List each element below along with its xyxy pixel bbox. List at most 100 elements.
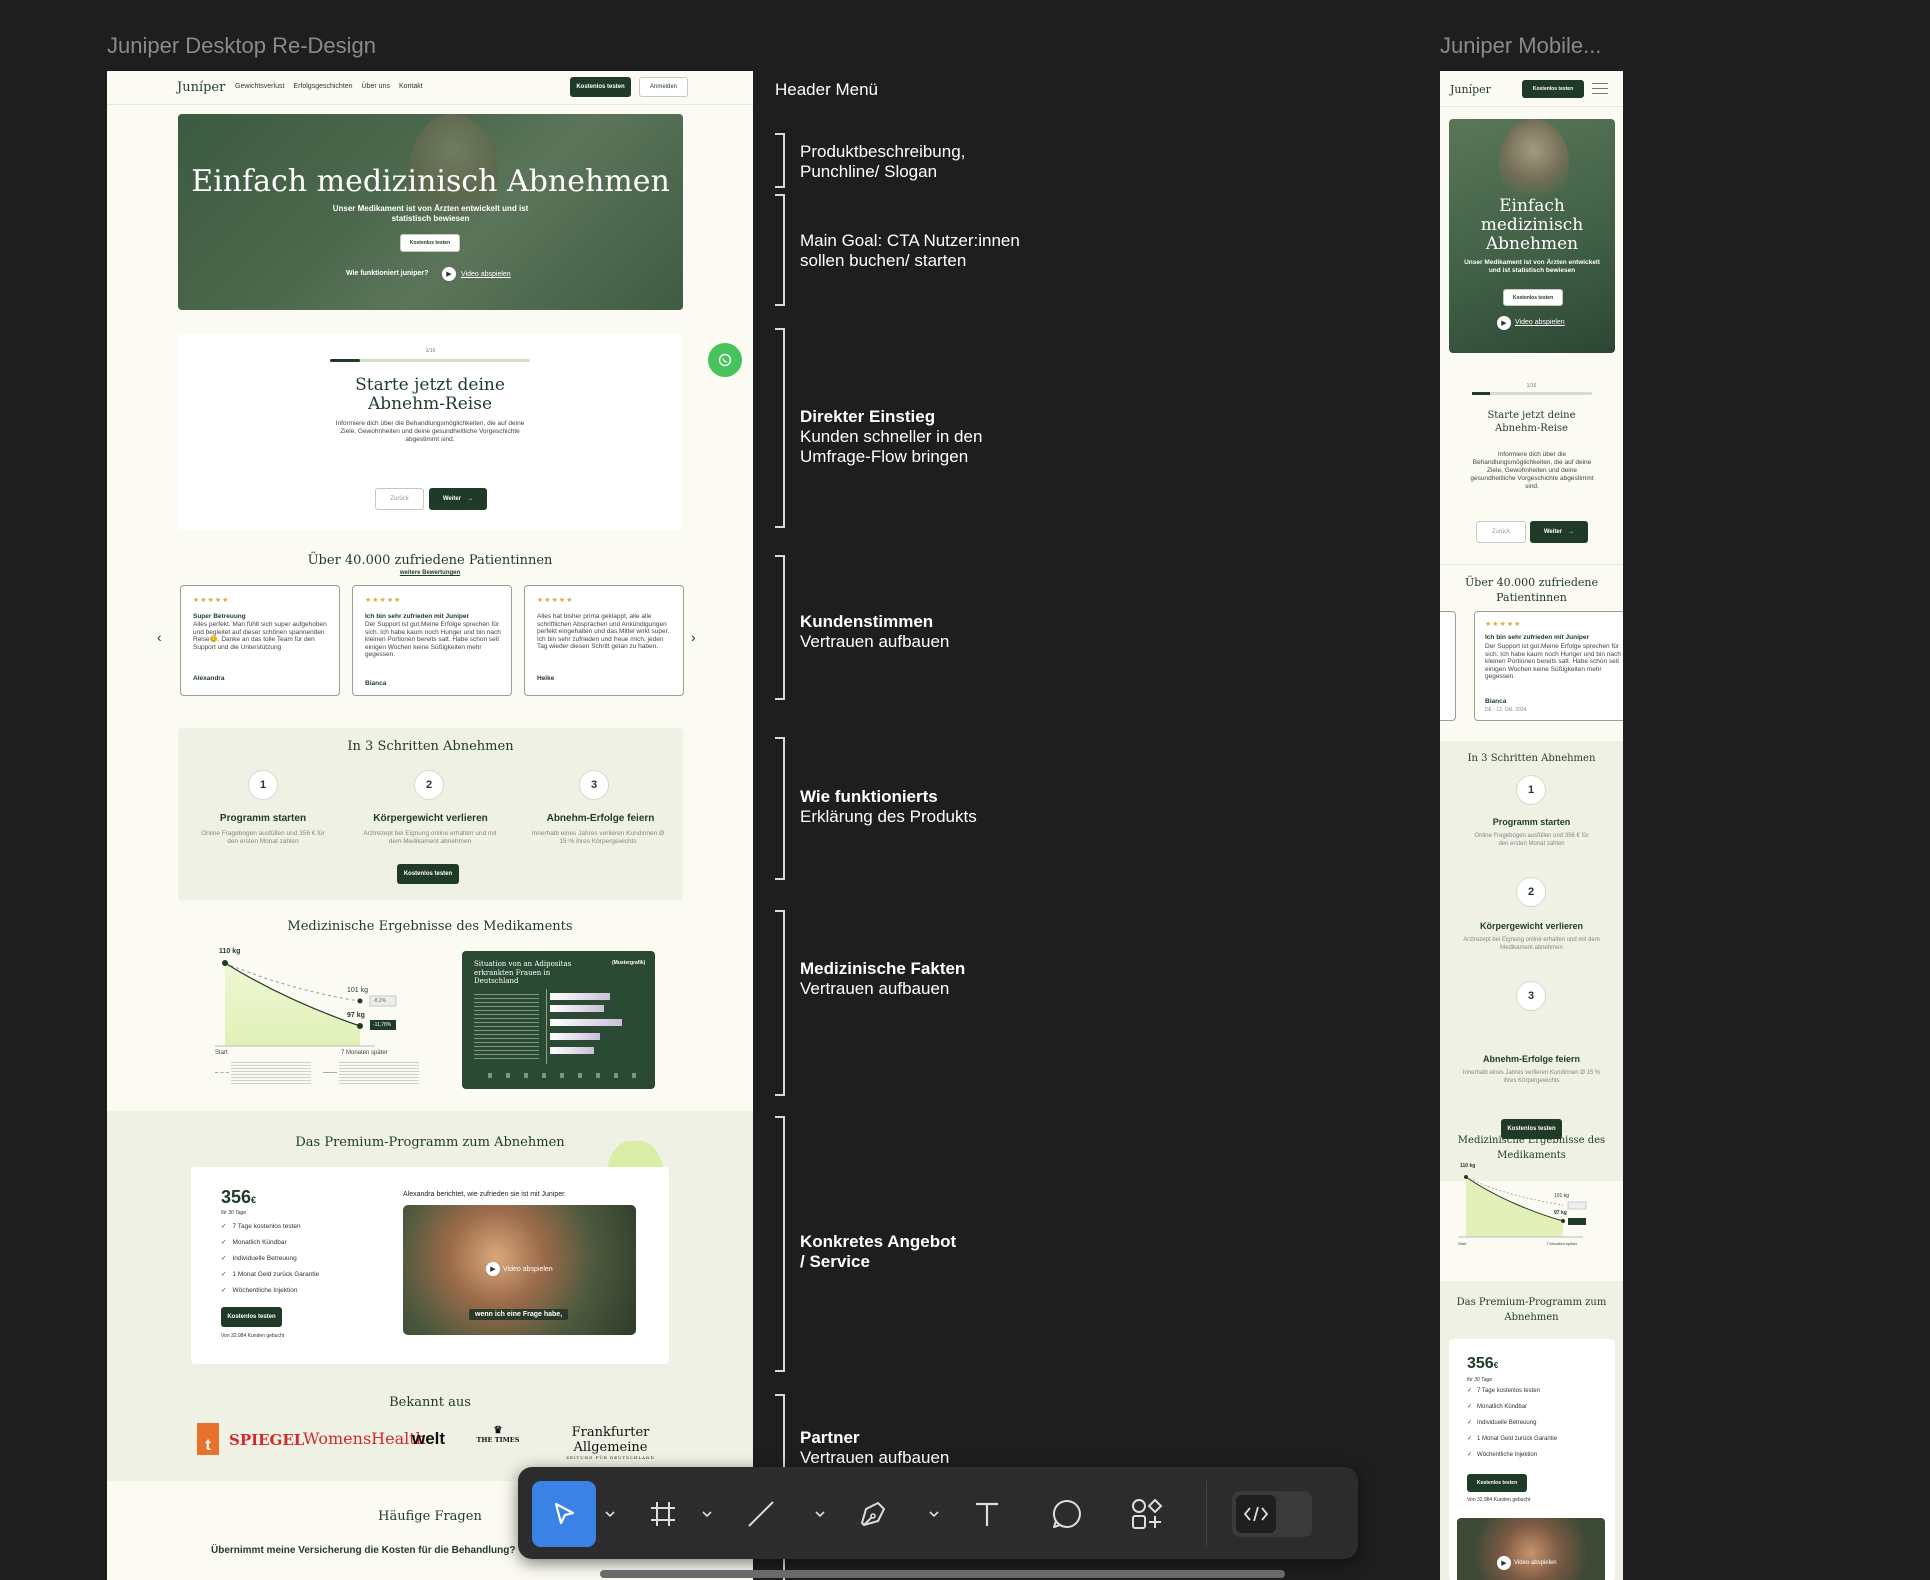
hero-cta-button[interactable]: Kostenlos testen <box>400 234 460 252</box>
annotation-header[interactable]: Header Menü <box>775 80 878 100</box>
carousel-next-icon[interactable]: › <box>691 629 696 645</box>
mobile-frame-title[interactable]: Juniper Mobile... <box>1440 33 1601 59</box>
nav-link-kontakt[interactable]: Kontakt <box>399 83 423 90</box>
chevron-down-icon[interactable] <box>600 1481 620 1547</box>
horizontal-scrollbar[interactable] <box>600 1570 1285 1578</box>
line-tool[interactable] <box>732 1481 790 1547</box>
hero-video-link[interactable]: Video abspielen <box>461 271 511 278</box>
annotation-title: Direkter Einstieg <box>800 407 936 426</box>
play-icon[interactable]: ▶ <box>486 1262 500 1276</box>
mobile-premium-cta[interactable]: Kostenlos testen <box>1467 1474 1527 1492</box>
nav-link-ueber-uns[interactable]: Über uns <box>362 83 390 90</box>
more-reviews-link[interactable]: weitere Bewertungen <box>107 570 753 576</box>
faz-logo: Frankfurter Allgemeine ZEITUNG FÜR DEUTSC… <box>566 1425 655 1460</box>
annotation-direkter-einstieg[interactable]: Direkter Einstieg Kunden schneller in de… <box>800 407 1050 467</box>
annotation-wie-funktionierts[interactable]: Wie funktionierts Erklärung des Produkts <box>800 787 1050 827</box>
premium-title: Das Premium-Programm zum Abnehmen <box>295 1135 565 1150</box>
annotation-angebot[interactable]: Konkretes Angebot / Service <box>800 1232 960 1272</box>
frame-tool[interactable] <box>634 1481 692 1547</box>
chevron-down-icon[interactable] <box>810 1481 830 1547</box>
step-title: Abnehm-Erfolge feiern <box>546 813 655 824</box>
mobile-quiz-back[interactable]: Zurück <box>1476 521 1526 543</box>
header-cta-button[interactable]: Kostenlos testen <box>570 77 631 97</box>
testimonial-video[interactable]: ▶ Video abspielen wenn ich eine Frage ha… <box>403 1205 636 1335</box>
chevron-down-icon[interactable] <box>924 1481 944 1547</box>
mobile-header-cta[interactable]: Kostenlos testen <box>1522 80 1584 98</box>
chart-badge-2: -11,78% <box>373 1022 392 1028</box>
rating-stars: ★★★★★ <box>193 597 230 604</box>
review-text: Alles perfekt. Man fühlt sich super aufg… <box>193 621 327 651</box>
quiz-progress-fill <box>330 359 360 362</box>
annotation-bracket <box>775 328 785 528</box>
quiz-card: 1/16 Starte jetzt deine Abnehm-Reise Inf… <box>178 334 683 530</box>
quiz-next-label: Weiter <box>442 496 462 502</box>
comment-tool[interactable] <box>1038 1481 1096 1547</box>
quiz-back-button[interactable]: Zurück <box>375 488 424 510</box>
mobile-logo[interactable]: Juníper <box>1450 83 1491 96</box>
annotation-bracket <box>775 1116 785 1372</box>
mobile-hero-cta[interactable]: Kostenlos testen <box>1503 289 1563 306</box>
check-icon: ✓ <box>221 1287 227 1294</box>
annotation-kundenstimmen[interactable]: Kundenstimmen Vertrauen aufbauen <box>800 612 1050 652</box>
move-tool[interactable] <box>532 1481 596 1547</box>
chart-footnotes <box>215 1060 425 1088</box>
check-icon: ✓ <box>1467 1420 1473 1426</box>
review-text: Der Support ist gut.Meine Erfolge sprech… <box>365 621 501 658</box>
review-author: Heike <box>537 675 555 682</box>
spiegel-logo: SPIEGEL <box>229 1431 305 1449</box>
quiz-next-button[interactable]: Weiter → <box>429 488 487 510</box>
dark-chart-title: Situation von an Adipositas erkrankten F… <box>474 960 572 985</box>
step-text: Innerhalb eines Jahres verlieren Kundinn… <box>1462 1070 1601 1084</box>
steps-cta-button[interactable]: Kostenlos testen <box>397 864 459 884</box>
review-headline: Ich bin sehr zufrieden mit Juniper <box>1485 634 1590 641</box>
price-period: für 30 Tage <box>221 1210 247 1216</box>
play-icon[interactable]: ▶ <box>1497 1556 1511 1570</box>
chart-badge-1: -8,2% <box>373 998 387 1004</box>
video-caption: Alexandra berichtet, wie zufrieden sie i… <box>403 1191 567 1198</box>
chart-x-end: 7 Monaten später <box>341 1050 388 1056</box>
mobile-quiz-progress <box>1472 392 1592 395</box>
review-text: Alles hat bisher prima geklappt, alle al… <box>537 613 670 650</box>
dark-chart-bar <box>550 1047 594 1054</box>
comment-icon <box>1052 1499 1081 1528</box>
play-icon[interactable]: ▶ <box>442 267 456 281</box>
mobile-video-link[interactable]: Video abspielen <box>1515 319 1565 326</box>
press-logos: t SPIEGEL WomensHealth welt ♛ THE TIMES F… <box>197 1421 681 1460</box>
login-button[interactable]: Anmelden <box>639 77 688 97</box>
quiz-text: Informiere dich über die Behandlungsmögl… <box>335 420 525 443</box>
components-tool[interactable] <box>1118 1481 1176 1547</box>
mobile-weight-chart: 110 kg 101 kg 97 kg Start 7 Monaten spät… <box>1458 1163 1608 1249</box>
hero-how-text: Wie funktioniert juniper? <box>346 270 429 277</box>
annotation-text[interactable]: Main Goal: CTA Nutzer:innen sollen buche… <box>800 231 1050 271</box>
premium-cta-button[interactable]: Kostenlos testen <box>221 1307 282 1327</box>
step-number: 3 <box>1516 981 1546 1011</box>
desktop-frame[interactable]: Juníper Gewichtsverlust Erfolgsgeschicht… <box>107 71 753 1580</box>
nav-link-gewichtsverlust[interactable]: Gewichtsverlust <box>235 83 284 90</box>
text-tool[interactable] <box>958 1481 1016 1547</box>
review-author: Bianca <box>365 680 387 687</box>
faq-question[interactable]: Übernimmt meine Versicherung die Kosten … <box>211 1545 516 1556</box>
mobile-testimonial-video[interactable]: ▶ Video abspielen <box>1457 1518 1605 1580</box>
pen-icon <box>861 1502 885 1526</box>
annotation-medizinische-fakten[interactable]: Medizinische Fakten Vertrauen aufbauen <box>800 959 1050 999</box>
mobile-quiz-next[interactable]: Weiter → <box>1530 521 1588 543</box>
menu-icon[interactable] <box>1592 83 1608 94</box>
mobile-review-card: ★★★★★ Ich bin sehr zufrieden mit Juniper… <box>1474 611 1623 721</box>
annotation-text[interactable]: Produktbeschreibung, Punchline/ Slogan <box>800 142 1000 182</box>
play-icon[interactable]: ▶ <box>1497 316 1511 330</box>
chevron-down-icon[interactable] <box>697 1481 717 1547</box>
dev-mode-toggle[interactable] <box>1232 1491 1312 1537</box>
chart-label-start: 110 kg <box>1460 1163 1476 1169</box>
review-text: Der Support ist gut.Meine Erfolge sprech… <box>1485 643 1621 680</box>
step-title: Programm starten <box>1492 817 1571 827</box>
pen-tool[interactable] <box>844 1481 902 1547</box>
mobile-frame[interactable]: Juníper Kostenlos testen Einfach medizin… <box>1440 71 1623 1580</box>
dark-chart-tag: (Mustergrafik) <box>612 960 646 966</box>
annotation-partner[interactable]: Partner Vertrauen aufbauen <box>800 1428 1050 1468</box>
annotation-text: Erklärung des Produkts <box>800 807 977 826</box>
carousel-prev-icon[interactable]: ‹ <box>157 629 162 645</box>
whatsapp-icon[interactable] <box>708 343 742 377</box>
nav-link-erfolgsgeschichten[interactable]: Erfolgsgeschichten <box>293 83 352 90</box>
logo[interactable]: Juníper <box>177 80 225 95</box>
desktop-frame-title[interactable]: Juniper Desktop Re-Design <box>107 33 376 59</box>
